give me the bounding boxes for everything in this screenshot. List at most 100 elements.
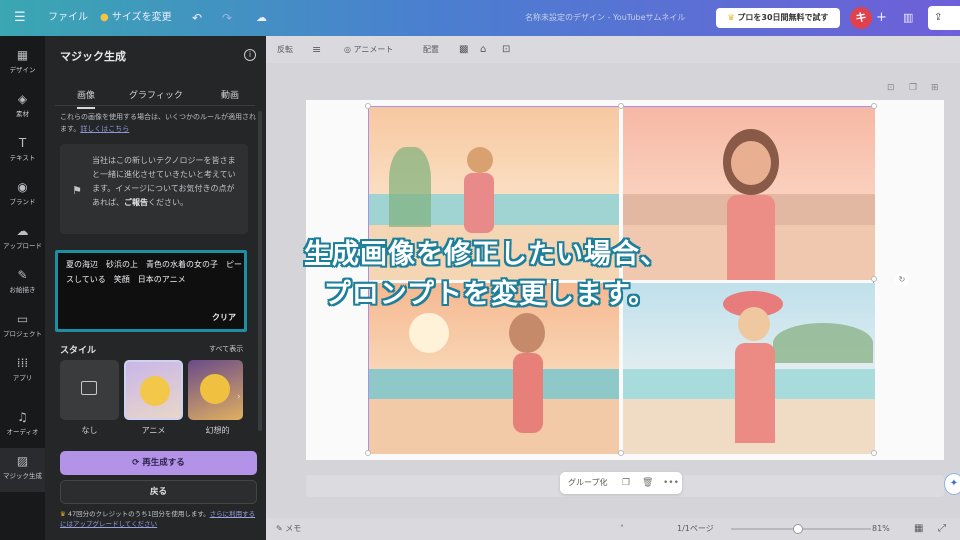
design-icon: ▦ [16, 48, 29, 62]
style-name-fantasy: 幻想的 [205, 426, 230, 435]
document-title[interactable]: 名称未設定のデザイン - YouTubeサムネイル [525, 0, 685, 36]
resize-handle[interactable] [365, 450, 371, 456]
position-button[interactable]: 配置 [423, 36, 439, 63]
flip-button[interactable]: 反転 [277, 36, 293, 63]
brand-icon: ◉ [17, 180, 28, 194]
file-menu[interactable]: ファイル [48, 0, 88, 36]
palm-tree [389, 147, 431, 227]
red-swimsuit [513, 353, 543, 433]
redo-icon[interactable]: ↷ [222, 0, 232, 36]
regenerate-button[interactable]: ⟳ 再生成する [60, 451, 257, 475]
copy-icon[interactable]: ❐ [622, 472, 630, 494]
magic-assistant-button[interactable]: ✦ [944, 473, 960, 495]
style-card-none[interactable] [60, 360, 119, 420]
style-name-none: なし [81, 426, 98, 435]
rail-item-design[interactable]: ▦ デザイン [0, 48, 45, 74]
resize-handle[interactable] [618, 103, 624, 109]
more-icon[interactable]: ••• [663, 472, 679, 494]
panel-scrollbar[interactable] [258, 111, 262, 431]
caption-line-2: プロンプトを変更します。 [323, 279, 657, 310]
girl-face [731, 141, 771, 185]
rail-label: マジック生成 [3, 472, 42, 480]
sea [369, 368, 619, 403]
rail-item-elements[interactable]: ◈ 素材 [0, 92, 45, 118]
sun [409, 313, 449, 353]
lock-icon[interactable]: ⊡ [887, 83, 895, 93]
grid-view-icon[interactable]: ▦ [914, 518, 923, 540]
report-link[interactable]: ご報告 [124, 198, 148, 207]
trash-icon[interactable]: 🗑 [642, 472, 653, 494]
add-page-icon[interactable]: ⊞ [931, 83, 939, 93]
resize-button[interactable]: ● サイズを変更 [100, 0, 172, 36]
lock-icon[interactable]: ⊡ [502, 36, 510, 63]
resize-handle[interactable] [618, 450, 624, 456]
rail-item-projects[interactable]: ▭ プロジェクト [0, 312, 45, 338]
duplicate-page-icon[interactable]: ❐ [909, 83, 917, 93]
style-card-fantasy[interactable] [188, 360, 243, 420]
credit-text: 47回分のクレジットのうち1回分を使用します。 [67, 510, 210, 518]
feedback-text: 当社はこの新しいテクノロジーを皆さまと一緒に進化させていきたいと考えています。イ… [92, 154, 242, 210]
transparency-icon[interactable]: ▩ [459, 36, 468, 63]
learn-more-link[interactable]: 詳しくはこちら [80, 125, 129, 133]
hamburger-icon[interactable]: ☰ [14, 0, 26, 36]
chevron-right-icon[interactable]: › [237, 392, 241, 402]
resize-handle[interactable] [871, 103, 877, 109]
clear-button[interactable]: クリア [212, 312, 236, 323]
top-bar: ☰ ファイル ● サイズを変更 ↶ ↷ ☁ 名称未設定のデザイン - YouTu… [0, 0, 960, 36]
share-button[interactable]: ⇪ [928, 6, 960, 30]
rail-item-magic-media[interactable]: ▨ マジック生成 [0, 448, 45, 492]
zoom-slider-handle[interactable] [793, 524, 803, 534]
group-button[interactable]: グループ化 [568, 472, 608, 494]
style-heading: スタイル [60, 346, 97, 356]
rail-label: オーディオ [6, 428, 39, 436]
pro-trial-button[interactable]: ♛ プロを30日間無料で試す [716, 8, 840, 28]
bottom-bar: ✎ メモ ˄ 1/1ページ 81% ▦ ⤢ [266, 518, 960, 540]
rail-label: デザイン [9, 66, 36, 74]
animate-button[interactable]: ◎ アニメート [344, 36, 393, 63]
context-toolbar: グループ化 ❐ 🗑 ••• [560, 472, 682, 494]
zoom-level[interactable]: 81% [872, 518, 890, 540]
notes-button[interactable]: ✎ メモ [276, 518, 301, 540]
tab-video[interactable]: 動画 [221, 88, 239, 101]
show-all-link[interactable]: すべて表示 [209, 344, 243, 354]
red-bikini [735, 343, 775, 443]
lines-icon[interactable]: ≡ [312, 36, 321, 63]
info-icon[interactable]: i [244, 49, 256, 61]
rail-item-brand[interactable]: ◉ ブランド [0, 180, 45, 206]
notes-label: メモ [285, 524, 302, 533]
tab-graphic[interactable]: グラフィック [129, 88, 183, 101]
canvas-toolbar: 反転 ≡ ◎ アニメート 配置 ▩ ⌂ ⊡ [266, 36, 960, 63]
sand [369, 399, 619, 454]
caption-line-1: 生成画像を修正したい場合、 [304, 239, 668, 270]
expand-icon[interactable]: ˄ [620, 518, 624, 540]
undo-icon[interactable]: ↶ [192, 0, 202, 36]
fullscreen-icon[interactable]: ⤢ [938, 518, 946, 540]
insights-icon[interactable]: ▥ [903, 0, 913, 36]
style-card-anime[interactable] [124, 360, 183, 420]
resize-handle[interactable] [871, 450, 877, 456]
crown-icon: ♛ [727, 13, 735, 22]
avatar[interactable]: キ [850, 7, 872, 29]
page-indicator[interactable]: 1/1ページ [677, 518, 714, 540]
hill [773, 323, 873, 363]
rail-item-apps[interactable]: ⁞⁞⁞ アプリ [0, 356, 45, 382]
flag-icon: ⚑ [72, 184, 82, 197]
rail-label: アプリ [12, 374, 33, 382]
tab-image[interactable]: 画像 [77, 88, 96, 109]
rail-item-audio[interactable]: ♫ オーディオ [0, 410, 45, 436]
notes-icon: ✎ [276, 524, 283, 533]
resize-handle[interactable] [365, 103, 371, 109]
add-collaborator-button[interactable]: + [876, 0, 887, 36]
credit-notice: ♛ 47回分のクレジットのうち1回分を使用します。さらに利用するにはアップグレー… [60, 509, 258, 529]
panel-title: マジック生成 [60, 50, 126, 63]
rail-item-text[interactable]: T テキスト [0, 136, 45, 162]
paint-roller-icon[interactable]: ⌂ [480, 36, 486, 63]
sparkle-icon: ✦ [949, 478, 959, 489]
regenerate-label: 再生成する [142, 458, 185, 468]
rail-label: テキスト [9, 154, 36, 162]
animate-label: アニメート [353, 45, 394, 54]
back-button[interactable]: 戻る [60, 480, 257, 504]
pro-trial-label: プロを30日間無料で試す [737, 13, 829, 22]
cloud-save-icon: ☁ [256, 11, 267, 24]
duck-thumbnail [200, 374, 230, 404]
